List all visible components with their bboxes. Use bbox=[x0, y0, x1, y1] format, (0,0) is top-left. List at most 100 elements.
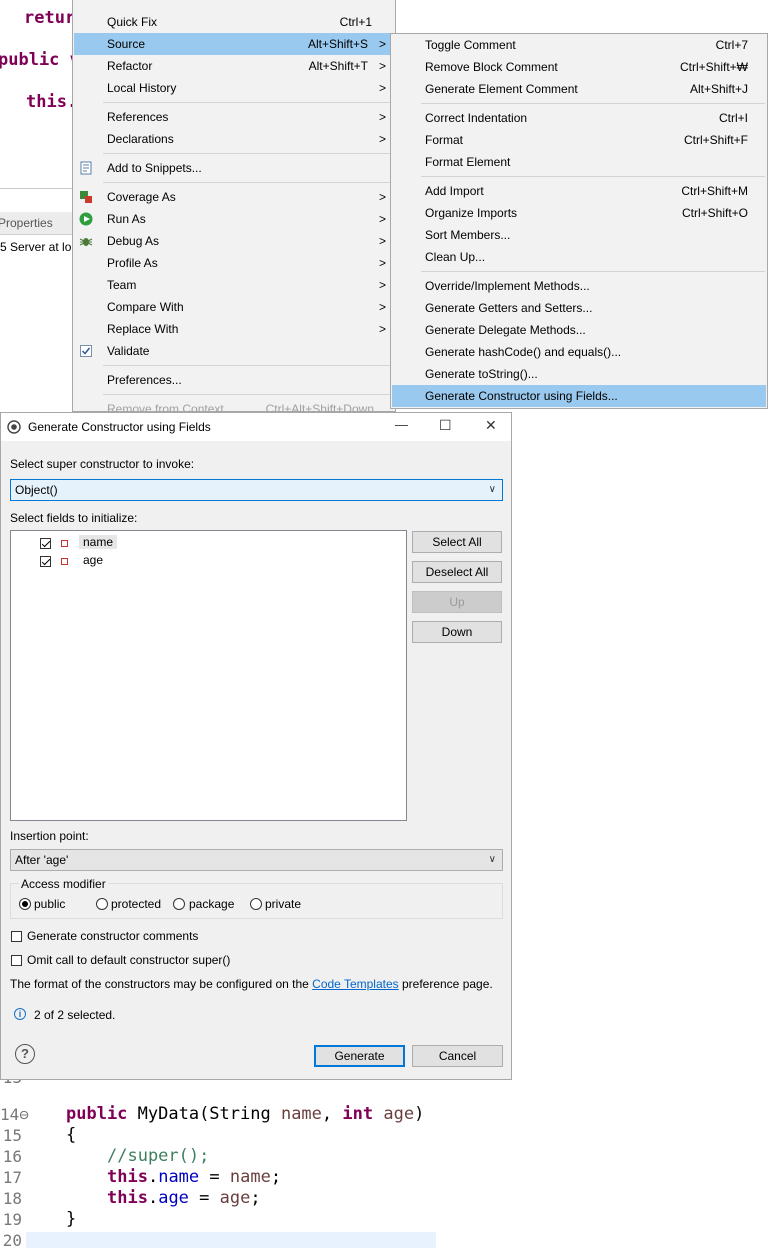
radio-protected[interactable] bbox=[96, 898, 108, 910]
line-number: 20 bbox=[2, 1231, 22, 1248]
menu-item-declarations[interactable]: Declarations > bbox=[74, 128, 394, 150]
chevron-right-icon: > bbox=[378, 322, 386, 336]
submenu-item-delegate-methods[interactable]: Generate Delegate Methods... bbox=[392, 319, 766, 341]
menu-item-quick-fix[interactable]: Quick Fix Ctrl+1 bbox=[74, 11, 394, 33]
current-line-highlight bbox=[26, 1232, 436, 1248]
gen-comments-checkbox[interactable] bbox=[11, 931, 22, 942]
menu-item-refactor[interactable]: Refactor Alt+Shift+T > bbox=[74, 55, 394, 77]
submenu-item-correct-indentation[interactable]: Correct Indentation Ctrl+I bbox=[392, 107, 766, 129]
radio-public-label[interactable]: public bbox=[34, 897, 65, 911]
line-number: 15 bbox=[2, 1126, 22, 1145]
properties-tab[interactable]: Properties bbox=[0, 216, 53, 230]
insertion-point-value: After 'age' bbox=[15, 853, 69, 867]
radio-protected-label[interactable]: protected bbox=[111, 897, 161, 911]
submenu-item-toggle-comment[interactable]: Toggle Comment Ctrl+7 bbox=[392, 34, 766, 56]
menu-item-replace-with[interactable]: Replace With > bbox=[74, 318, 394, 340]
menu-separator bbox=[421, 103, 765, 104]
list-item[interactable]: name bbox=[11, 534, 406, 552]
validate-check-icon bbox=[80, 345, 92, 357]
field-checkbox-name[interactable] bbox=[40, 538, 51, 549]
submenu-item-override-implement[interactable]: Override/Implement Methods... bbox=[392, 275, 766, 297]
submenu-item-tostring[interactable]: Generate toString()... bbox=[392, 363, 766, 385]
code-line-this: this. bbox=[26, 92, 78, 112]
deselect-all-button[interactable]: Deselect All bbox=[412, 561, 502, 583]
code-line-comment: //super(); bbox=[107, 1146, 210, 1166]
menu-item-compare-with[interactable]: Compare With > bbox=[74, 296, 394, 318]
dialog-titlebar[interactable]: Generate Constructor using Fields — ☐ ✕ bbox=[1, 413, 511, 441]
menu-item-validate[interactable]: Validate bbox=[74, 340, 394, 362]
radio-private[interactable] bbox=[250, 898, 262, 910]
insertion-point-combo[interactable]: After 'age' ∨ bbox=[10, 849, 503, 871]
run-icon bbox=[79, 212, 93, 226]
gen-comments-label[interactable]: Generate constructor comments bbox=[27, 929, 198, 943]
down-button[interactable]: Down bbox=[412, 621, 502, 643]
menu-separator bbox=[421, 176, 765, 177]
menu-item-coverage-as[interactable]: Coverage As > bbox=[74, 186, 394, 208]
omit-super-label[interactable]: Omit call to default constructor super() bbox=[27, 953, 230, 967]
submenu-item-remove-block-comment[interactable]: Remove Block Comment Ctrl+Shift+₩ bbox=[392, 56, 766, 78]
code-templates-link[interactable]: Code Templates bbox=[312, 977, 399, 991]
menu-separator bbox=[103, 365, 393, 366]
help-icon[interactable]: ? bbox=[15, 1044, 35, 1064]
access-modifier-label: Access modifier bbox=[19, 877, 108, 891]
submenu-item-hashcode-equals[interactable]: Generate hashCode() and equals()... bbox=[392, 341, 766, 363]
menu-item-local-history[interactable]: Local History > bbox=[74, 77, 394, 99]
submenu-item-format-element[interactable]: Format Element bbox=[392, 151, 766, 173]
list-item[interactable]: age bbox=[11, 552, 406, 570]
field-checkbox-age[interactable] bbox=[40, 556, 51, 567]
submenu-item-sort-members[interactable]: Sort Members... bbox=[392, 224, 766, 246]
submenu-item-organize-imports[interactable]: Organize Imports Ctrl+Shift+O bbox=[392, 202, 766, 224]
menu-item-preferences[interactable]: Preferences... bbox=[74, 369, 394, 391]
menu-item-debug-as[interactable]: Debug As > bbox=[74, 230, 394, 252]
fields-list[interactable]: name age bbox=[10, 530, 407, 821]
chevron-right-icon: > bbox=[378, 278, 386, 292]
menu-item-run-as[interactable]: Run As > bbox=[74, 208, 394, 230]
selection-status: 2 of 2 selected. bbox=[34, 1008, 116, 1022]
templates-prefix: The format of the constructors may be co… bbox=[10, 977, 313, 991]
menu-item-profile-as[interactable]: Profile As > bbox=[74, 252, 394, 274]
radio-package-label[interactable]: package bbox=[189, 897, 234, 911]
up-button[interactable]: Up bbox=[412, 591, 502, 613]
line-number[interactable]: 14⊖ bbox=[0, 1105, 29, 1124]
close-icon[interactable]: ✕ bbox=[485, 417, 497, 434]
radio-package[interactable] bbox=[173, 898, 185, 910]
menu-item-references[interactable]: References > bbox=[74, 106, 394, 128]
submenu-item-generate-constructor-fields[interactable]: Generate Constructor using Fields... bbox=[392, 385, 766, 407]
info-icon: i bbox=[14, 1008, 26, 1020]
debug-icon bbox=[79, 238, 93, 246]
submenu-item-format[interactable]: Format Ctrl+Shift+F bbox=[392, 129, 766, 151]
views-tabbar[interactable]: Properties bbox=[0, 212, 72, 235]
line-number: 17 bbox=[2, 1168, 22, 1187]
chevron-right-icon: > bbox=[378, 256, 386, 270]
omit-super-checkbox[interactable] bbox=[11, 955, 22, 966]
line-number: 18 bbox=[2, 1189, 22, 1208]
code-line-this-age: this.age = age; bbox=[107, 1188, 261, 1208]
super-constructor-combo[interactable]: Object() ∨ bbox=[10, 479, 503, 501]
code-line-close-brace: } bbox=[66, 1209, 77, 1229]
menu-item-add-to-snippets[interactable]: Add to Snippets... bbox=[74, 157, 394, 179]
menu-separator bbox=[421, 271, 765, 272]
menu-item-team[interactable]: Team > bbox=[74, 274, 394, 296]
submenu-item-getters-setters[interactable]: Generate Getters and Setters... bbox=[392, 297, 766, 319]
generate-button[interactable]: Generate bbox=[314, 1045, 405, 1067]
radio-public[interactable] bbox=[19, 898, 31, 910]
coverage-icon bbox=[80, 191, 92, 203]
select-all-button[interactable]: Select All bbox=[412, 531, 502, 553]
field-name: age bbox=[83, 553, 104, 567]
submenu-item-generate-element-comment[interactable]: Generate Element Comment Alt+Shift+J bbox=[392, 78, 766, 100]
radio-private-label[interactable]: private bbox=[265, 897, 301, 911]
server-item[interactable]: 5 Server at lo bbox=[0, 240, 71, 254]
minimize-icon[interactable]: — bbox=[395, 417, 408, 432]
maximize-icon[interactable]: ☐ bbox=[439, 417, 452, 434]
templates-note: The format of the constructors may be co… bbox=[10, 977, 493, 991]
fields-label: Select fields to initialize: bbox=[10, 511, 138, 525]
menu-item-source[interactable]: Source Alt+Shift+S > bbox=[74, 33, 394, 55]
cancel-button[interactable]: Cancel bbox=[412, 1045, 503, 1067]
chevron-right-icon: > bbox=[378, 81, 386, 95]
super-constructor-value: Object() bbox=[15, 483, 58, 497]
submenu-item-clean-up[interactable]: Clean Up... bbox=[392, 246, 766, 268]
chevron-right-icon: > bbox=[378, 132, 386, 146]
eclipse-icon bbox=[7, 420, 21, 434]
snippets-icon bbox=[80, 161, 92, 175]
submenu-item-add-import[interactable]: Add Import Ctrl+Shift+M bbox=[392, 180, 766, 202]
